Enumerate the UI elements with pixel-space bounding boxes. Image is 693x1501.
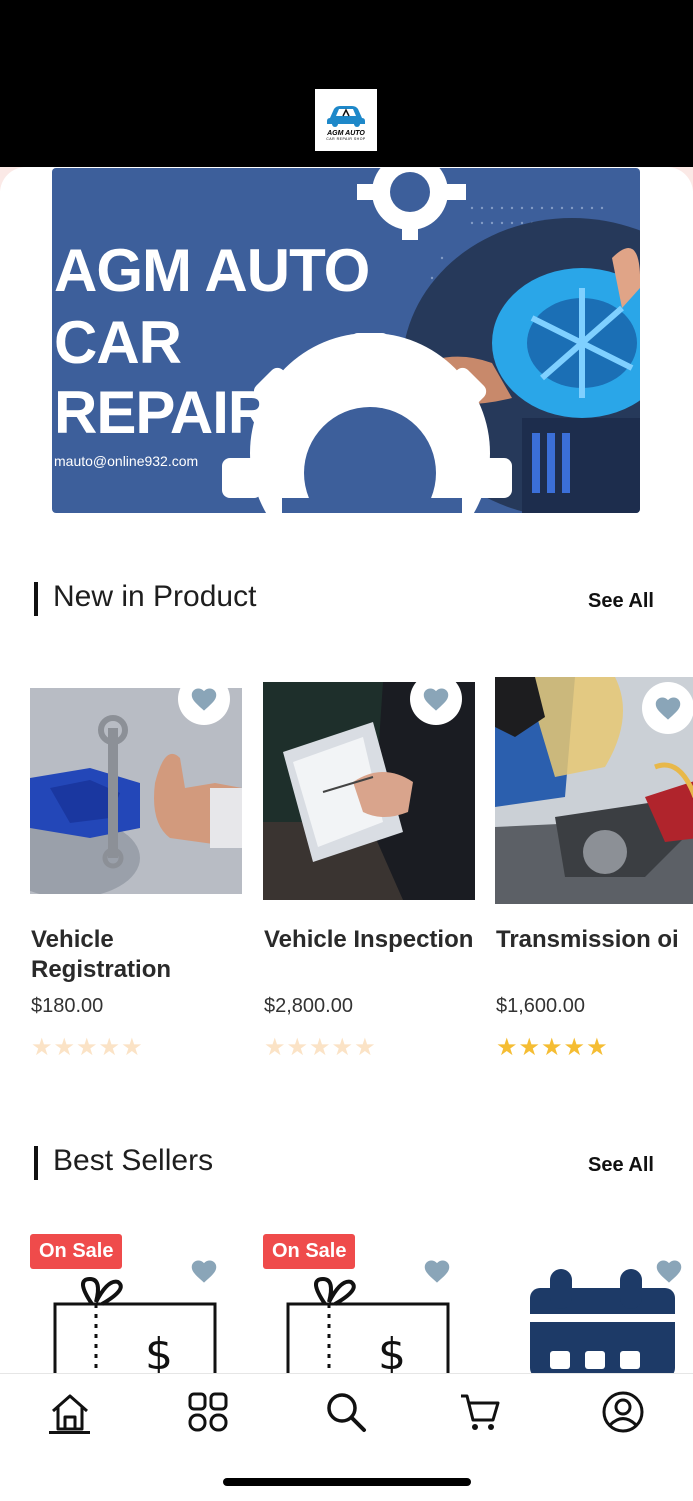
best-sellers-header: Best Sellers See All xyxy=(34,1144,654,1184)
banner-line-1: AGM AUTO xyxy=(54,237,370,304)
svg-text:$: $ xyxy=(145,1329,173,1373)
new-products-header: New in Product See All xyxy=(34,580,654,620)
favorite-button[interactable] xyxy=(410,673,462,725)
active-tab-indicator xyxy=(49,1431,90,1434)
promo-banner[interactable]: AGM AUTO CAR REPAIR mauto@online932.com xyxy=(52,168,640,513)
see-all-button[interactable]: See All xyxy=(588,590,654,613)
categories-icon xyxy=(188,1392,228,1432)
home-icon xyxy=(52,1394,88,1431)
product-price: $180.00 xyxy=(31,995,104,1017)
product-price: $2,800.00 xyxy=(264,995,353,1017)
banner-email: mauto@online932.com xyxy=(54,453,199,469)
rating-stars: ★★★★★ xyxy=(264,1034,377,1061)
favorite-button[interactable] xyxy=(178,673,230,725)
logo-subtitle: CAR REPAIR SHOP xyxy=(326,136,366,141)
heart-icon xyxy=(423,688,449,711)
product-name: Vehicle Registration xyxy=(31,926,172,983)
heart-icon xyxy=(191,1260,217,1283)
section-accent-bar xyxy=(34,1146,38,1180)
section-title: Best Sellers xyxy=(53,1144,214,1177)
best-seller-card[interactable]: $ On Sale xyxy=(263,1234,475,1373)
favorite-button[interactable] xyxy=(423,1258,451,1289)
banner-line-3: REPAIR xyxy=(54,379,271,446)
heart-icon xyxy=(191,688,217,711)
tab-search[interactable] xyxy=(316,1384,376,1440)
product-price: $1,600.00 xyxy=(496,995,585,1017)
search-icon xyxy=(327,1393,366,1432)
section-title: New in Product xyxy=(53,580,257,613)
tab-categories[interactable] xyxy=(178,1384,238,1440)
app-header: AGM AUTO CAR REPAIR SHOP xyxy=(0,0,693,167)
see-all-button[interactable]: See All xyxy=(588,1154,654,1177)
banner-line-2: CAR xyxy=(54,309,182,376)
section-accent-bar xyxy=(34,582,38,616)
on-sale-badge: On Sale xyxy=(263,1234,356,1269)
rating-stars: ★★★★★ xyxy=(496,1034,609,1061)
product-name: Transmission oi xyxy=(496,926,679,953)
heart-icon xyxy=(656,1260,682,1283)
svg-text:$: $ xyxy=(378,1329,406,1373)
profile-icon xyxy=(602,1391,644,1433)
brand-logo[interactable]: AGM AUTO CAR REPAIR SHOP xyxy=(315,89,377,151)
main-content[interactable]: AGM AUTO CAR REPAIR mauto@online932.com … xyxy=(0,167,693,1373)
cart-icon xyxy=(461,1394,500,1430)
home-indicator xyxy=(223,1478,471,1486)
favorite-button[interactable] xyxy=(190,1258,218,1289)
logo-title: AGM AUTO xyxy=(327,129,365,137)
favorite-button[interactable] xyxy=(655,1258,683,1289)
calendar-icon xyxy=(530,1269,675,1373)
tab-cart[interactable] xyxy=(450,1384,510,1440)
best-seller-card[interactable] xyxy=(495,1234,693,1373)
car-logo-icon xyxy=(327,105,365,127)
rating-stars: ★★★★★ xyxy=(31,1034,144,1061)
heart-icon xyxy=(655,697,681,720)
best-seller-card[interactable]: $ On Sale xyxy=(30,1234,242,1373)
on-sale-badge: On Sale xyxy=(30,1234,123,1269)
product-name: Vehicle Inspection xyxy=(264,926,474,953)
heart-icon xyxy=(424,1260,450,1283)
favorite-button[interactable] xyxy=(642,682,693,734)
tab-profile[interactable] xyxy=(593,1384,653,1440)
